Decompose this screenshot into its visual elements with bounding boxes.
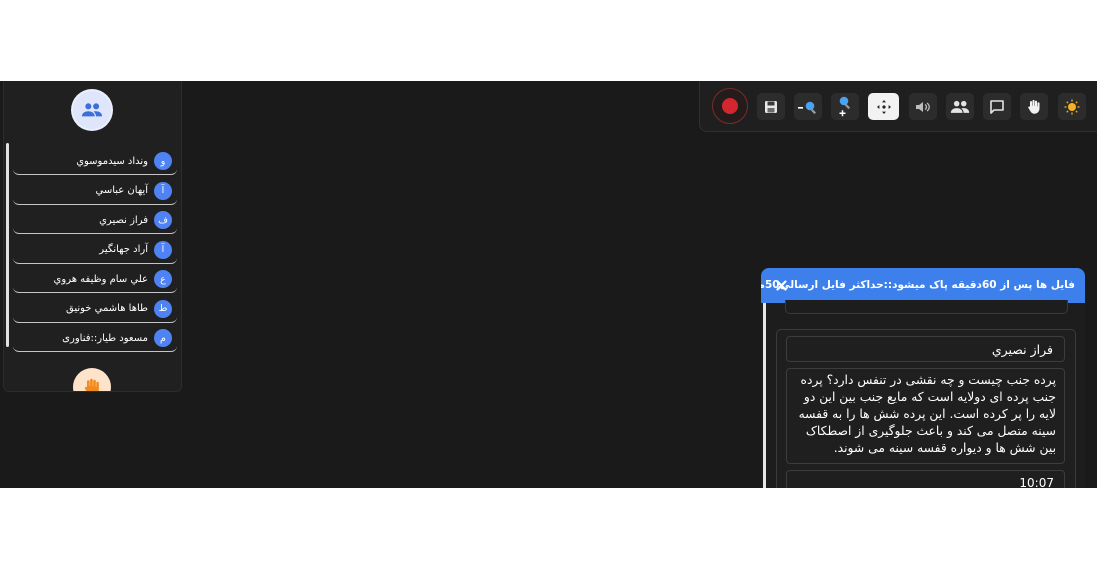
- save-icon: [765, 100, 777, 113]
- previous-message: [785, 300, 1068, 314]
- participants-scrollbar[interactable]: [6, 143, 9, 347]
- zoom-in-button[interactable]: [831, 93, 859, 120]
- message-sender: فراز نصيري: [786, 336, 1065, 362]
- participant-name: فراز نصيري: [99, 214, 148, 226]
- participant-name: آیهان عباسي: [95, 185, 149, 196]
- participant-avatar: آ: [154, 240, 172, 259]
- zoom-out-button[interactable]: [794, 93, 822, 120]
- participants-panel: ونداد سيدموسوي و آیهان عباسي آ فراز نصير…: [3, 81, 182, 392]
- participant-name: طاها هاشمي خونيق: [66, 303, 148, 314]
- chat-title: فایل ها پس از 60دقیقه پاک میشود::حداکثر …: [761, 279, 1075, 291]
- participant-row[interactable]: آیهان عباسي آ: [13, 178, 177, 205]
- participants-icon: [950, 100, 970, 113]
- participants-header-button[interactable]: [73, 91, 111, 129]
- participant-row[interactable]: فراز نصيري ف: [13, 207, 177, 234]
- participant-avatar: آ: [154, 181, 172, 200]
- hand-button[interactable]: [1020, 93, 1048, 120]
- record-icon: [722, 98, 738, 114]
- hand-icon: [1028, 99, 1040, 114]
- record-button[interactable]: [712, 88, 748, 124]
- participant-row[interactable]: آراد جهانگير آ: [13, 237, 177, 264]
- raise-hand-icon: [84, 378, 99, 391]
- people-icon: [81, 103, 103, 117]
- save-button[interactable]: [757, 93, 785, 120]
- participant-name: مسعود طيار::فناوری: [62, 332, 148, 344]
- participant-row[interactable]: ونداد سيدموسوي و: [13, 148, 177, 175]
- participant-avatar: ف: [154, 211, 172, 229]
- raise-hand-button[interactable]: [73, 368, 111, 391]
- theme-button[interactable]: [1058, 93, 1086, 120]
- chat-icon: [990, 99, 1004, 114]
- participant-name: آراد جهانگير: [99, 244, 148, 255]
- sun-icon: [1064, 99, 1080, 114]
- meeting-stage: ونداد سيدموسوي و آیهان عباسي آ فراز نصير…: [0, 81, 1097, 488]
- speaker-icon: [916, 101, 930, 112]
- zoom-out-icon: [798, 101, 817, 114]
- participant-row[interactable]: علي سام وظيفه هروي ع: [13, 266, 177, 293]
- participant-name: علي سام وظيفه هروي: [53, 273, 148, 285]
- participant-avatar: ط: [154, 299, 172, 318]
- message-body: پرده جنب چیست و چه نقشی در تنفس دارد؟ پر…: [786, 368, 1065, 464]
- participants-list: ونداد سيدموسوي و آیهان عباسي آ فراز نصير…: [13, 148, 177, 355]
- participant-avatar: ع: [154, 270, 172, 288]
- zoom-in-icon: [839, 96, 851, 116]
- move-button[interactable]: [868, 93, 899, 120]
- chat-panel: فایل ها پس از 60دقیقه پاک میشود::حداکثر …: [761, 268, 1085, 488]
- chat-message: فراز نصيري پرده جنب چیست و چه نقشی در تن…: [776, 329, 1076, 488]
- move-icon: [876, 99, 891, 114]
- participant-avatar: م: [154, 329, 172, 347]
- participant-row[interactable]: طاها هاشمي خونيق ط: [13, 296, 177, 323]
- participant-avatar: و: [154, 152, 172, 170]
- chat-header: فایل ها پس از 60دقیقه پاک میشود::حداکثر …: [761, 268, 1085, 303]
- speaker-button[interactable]: [909, 93, 937, 120]
- participant-row[interactable]: مسعود طيار::فناوری م: [13, 325, 177, 352]
- message-time: 10:07: [786, 470, 1065, 488]
- participant-name: ونداد سيدموسوي: [76, 155, 148, 167]
- meeting-toolbar: [699, 81, 1097, 132]
- chat-button[interactable]: [983, 93, 1011, 120]
- chat-scrollbar[interactable]: [763, 303, 766, 488]
- participants-button[interactable]: [946, 93, 974, 120]
